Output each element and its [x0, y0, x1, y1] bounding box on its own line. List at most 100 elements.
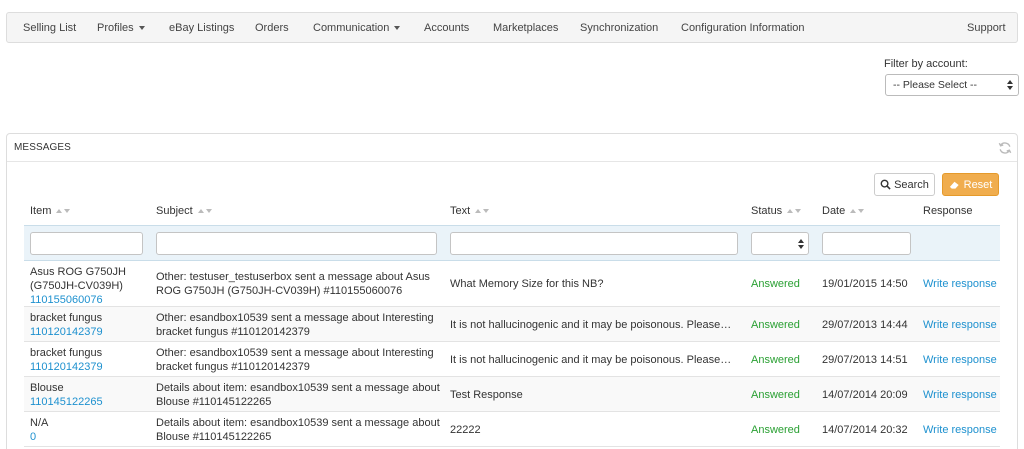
column-header-date[interactable]: Date: [822, 205, 865, 217]
reset-button-label: Reset: [963, 178, 993, 191]
table-row: Blouse 110145122265 Details about item: e…: [24, 377, 1000, 412]
subject-cell: Other: esandbox10539 sent a message abou…: [156, 347, 434, 373]
nav-synchronization-label: Synchronization: [580, 21, 659, 34]
column-header-subject[interactable]: Subject: [156, 205, 212, 217]
nav-communication[interactable]: Communication: [313, 13, 401, 42]
column-header-item[interactable]: Item: [30, 205, 71, 217]
search-icon: [880, 179, 891, 190]
table-row: Asus ROG G750JH (G750JH-CV039H) 110155060…: [24, 261, 1000, 307]
eraser-icon: [949, 181, 959, 189]
nav-selling-list[interactable]: Selling List: [23, 13, 76, 42]
status-badge: Answered: [751, 319, 800, 331]
write-response-link[interactable]: Write response: [923, 353, 997, 367]
chevron-down-icon: [394, 26, 401, 30]
subject-filter-input[interactable]: [156, 232, 437, 255]
sort-icon: [850, 209, 865, 213]
sort-icon: [475, 209, 490, 213]
date-cell: 29/07/2013 14:44: [822, 319, 908, 331]
nav-orders[interactable]: Orders: [255, 13, 289, 42]
sort-icon: [197, 209, 212, 213]
messages-panel: MESSAGES Search Reset Item Subject Text …: [6, 133, 1018, 449]
item-name: Blouse: [30, 382, 64, 394]
column-header-text-label: Text: [450, 205, 471, 217]
nav-marketplaces[interactable]: Marketplaces: [493, 13, 558, 42]
item-id-link[interactable]: 110145122265: [30, 395, 150, 409]
item-name: Asus ROG G750JH (G750JH-CV039H): [30, 266, 126, 292]
column-header-subject-label: Subject: [156, 205, 193, 217]
item-name: bracket fungus: [30, 312, 103, 324]
text-cell: Test Response: [450, 389, 523, 401]
item-name: bracket fungus: [30, 347, 103, 359]
chevron-down-icon: [138, 26, 145, 30]
item-id-link[interactable]: 0: [30, 430, 150, 444]
table-row: bracket fungus 110120142379 Other: esandb…: [24, 307, 1000, 342]
subject-cell: Details about item: esandbox10539 sent a…: [156, 382, 440, 408]
column-header-date-label: Date: [822, 205, 846, 217]
text-cell: It is not hallucinogenic and it may be p…: [450, 319, 732, 331]
status-badge: Answered: [751, 389, 800, 401]
nav-synchronization[interactable]: Synchronization: [580, 13, 658, 42]
sort-icon: [56, 209, 71, 213]
nav-accounts[interactable]: Accounts: [424, 13, 469, 42]
top-nav: Selling List Profiles eBay Listings Orde…: [6, 12, 1018, 43]
account-filter-select[interactable]: -- Please Select --: [885, 74, 1019, 96]
item-cell: bracket fungus 110120142379: [30, 346, 150, 374]
item-id-link[interactable]: 110120142379: [30, 360, 150, 374]
nav-ebay-listings-label: eBay Listings: [169, 21, 235, 34]
table-row: bracket fungus 110120142379 Other: esandb…: [24, 342, 1000, 377]
panel-divider: [7, 161, 1017, 162]
item-id-link[interactable]: 110120142379: [30, 325, 150, 339]
write-response-link[interactable]: Write response: [923, 388, 997, 402]
nav-selling-list-label: Selling List: [23, 21, 77, 34]
select-arrows-icon: [1007, 80, 1013, 90]
nav-profiles-label: Profiles: [97, 21, 134, 34]
column-header-item-label: Item: [30, 205, 52, 217]
nav-communication-label: Communication: [313, 21, 390, 34]
filter-by-account-label: Filter by account:: [884, 58, 968, 70]
text-cell: It is not hallucinogenic and it may be p…: [450, 354, 732, 366]
subject-cell: Details about item: esandbox10539 sent a…: [156, 417, 440, 443]
item-cell: N/A 0: [30, 416, 150, 444]
nav-orders-label: Orders: [255, 21, 289, 34]
table-row: N/A 0 Details about item: esandbox10539 s…: [24, 412, 1000, 447]
nav-ebay-listings[interactable]: eBay Listings: [169, 13, 234, 42]
item-cell: Asus ROG G750JH (G750JH-CV039H) 110155060…: [30, 265, 150, 307]
column-header-status[interactable]: Status: [751, 205, 802, 217]
sort-icon: [787, 209, 802, 213]
search-button[interactable]: Search: [874, 173, 935, 196]
nav-support-label: Support: [967, 21, 1006, 34]
search-button-label: Search: [894, 178, 929, 191]
date-cell: 14/07/2014 20:09: [822, 389, 908, 401]
write-response-link[interactable]: Write response: [923, 318, 997, 332]
panel-title: MESSAGES: [14, 142, 71, 153]
date-cell: 14/07/2014 20:32: [822, 424, 908, 436]
nav-configuration-information[interactable]: Configuration Information: [681, 13, 805, 42]
column-header-response: Response: [923, 205, 973, 217]
refresh-icon[interactable]: [998, 141, 1012, 155]
status-filter-select[interactable]: [751, 232, 809, 255]
date-filter-input[interactable]: [822, 232, 911, 255]
write-response-link[interactable]: Write response: [923, 277, 997, 291]
text-cell: 22222: [450, 424, 481, 436]
nav-marketplaces-label: Marketplaces: [493, 21, 559, 34]
text-filter-input[interactable]: [450, 232, 738, 255]
text-cell: What Memory Size for this NB?: [450, 278, 604, 290]
item-cell: bracket fungus 110120142379: [30, 311, 150, 339]
select-arrows-icon: [798, 239, 804, 249]
reset-button[interactable]: Reset: [942, 173, 999, 196]
nav-profiles[interactable]: Profiles: [97, 13, 145, 42]
column-header-text[interactable]: Text: [450, 205, 490, 217]
subject-cell: Other: testuser_testuserbox sent a messa…: [156, 271, 430, 297]
item-id-link[interactable]: 110155060076: [30, 293, 150, 307]
status-badge: Answered: [751, 278, 800, 290]
table-filter-row: [24, 225, 1000, 261]
nav-accounts-label: Accounts: [424, 21, 470, 34]
status-badge: Answered: [751, 424, 800, 436]
column-header-status-label: Status: [751, 205, 783, 217]
nav-configuration-information-label: Configuration Information: [681, 21, 805, 34]
item-filter-input[interactable]: [30, 232, 143, 255]
nav-support[interactable]: Support: [967, 13, 1006, 42]
date-cell: 29/07/2013 14:51: [822, 354, 908, 366]
write-response-link[interactable]: Write response: [923, 423, 997, 437]
item-name: N/A: [30, 417, 49, 429]
